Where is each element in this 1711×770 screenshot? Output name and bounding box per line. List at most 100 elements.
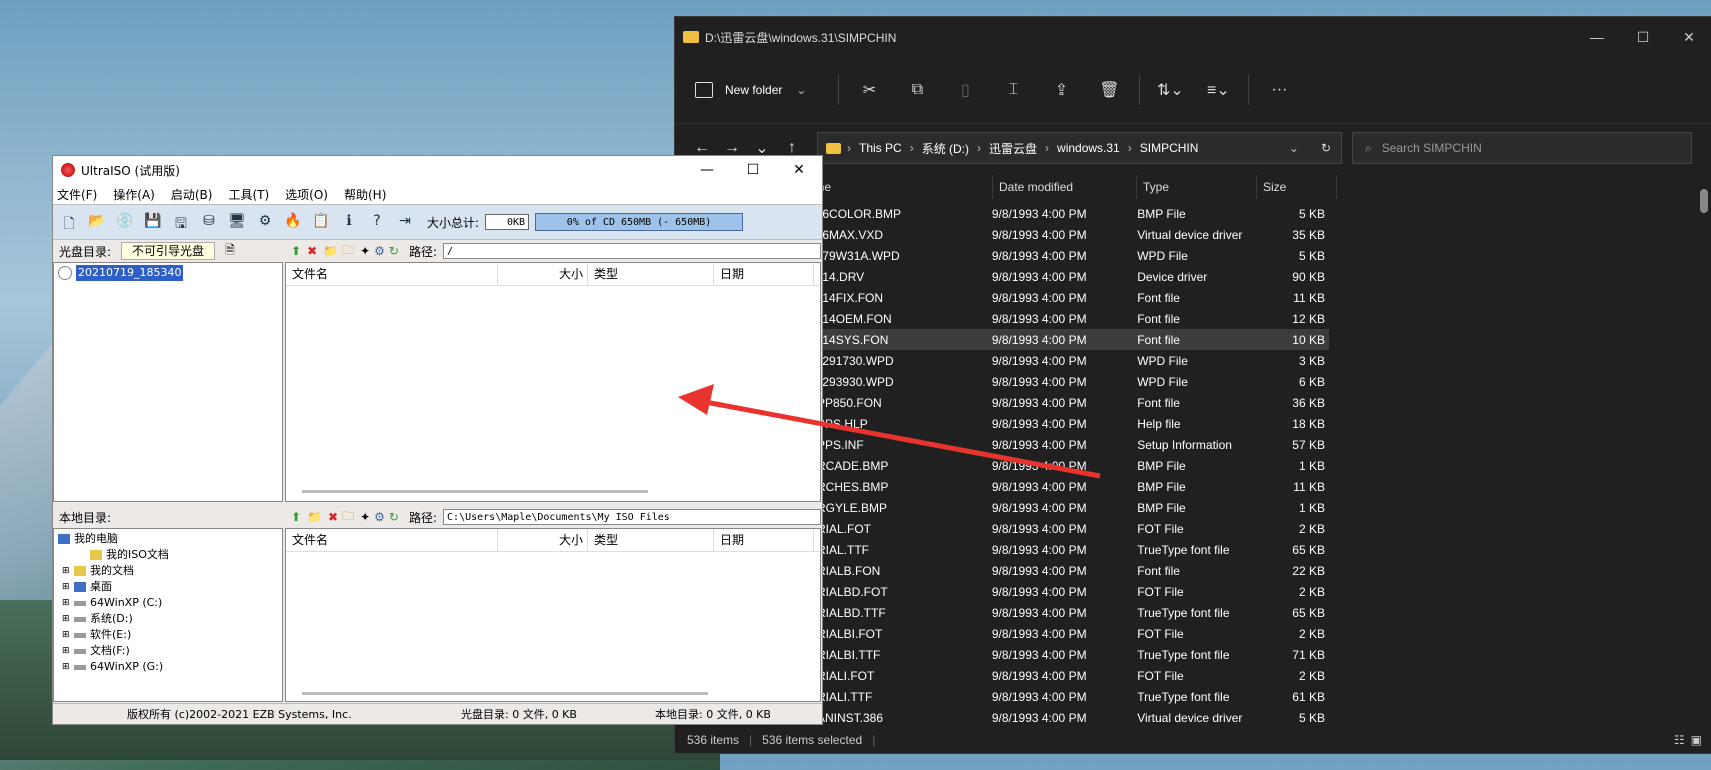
refresh-icon[interactable]: ↻: [389, 510, 399, 524]
maximize-button[interactable]: ☐: [730, 162, 776, 178]
view-button[interactable]: ≡⌄: [1194, 80, 1242, 100]
file-row[interactable]: ✓8514.DRV9/8/1993 4:00 PMDevice driver90…: [769, 266, 1329, 287]
new-folder-icon[interactable]: 📁: [323, 244, 338, 258]
file-row[interactable]: ✓ARIAL.FOT9/8/1993 4:00 PMFOT File2 KB: [769, 518, 1329, 539]
tiles-view-button[interactable]: ▣: [1691, 733, 1702, 747]
breadcrumb-simpchin[interactable]: SIMPCHIN: [1140, 141, 1199, 155]
file-row[interactable]: ✓8514OEM.FON9/8/1993 4:00 PMFont file12 …: [769, 308, 1329, 329]
expand-icon[interactable]: ⊞: [62, 595, 74, 611]
col-type[interactable]: 类型: [588, 263, 714, 285]
file-row[interactable]: ✓ARCHES.BMP9/8/1993 4:00 PMBMP File11 KB: [769, 476, 1329, 497]
file-row[interactable]: ✓ARIALBD.FOT9/8/1993 4:00 PMFOT File2 KB: [769, 581, 1329, 602]
breadcrumb-windows31[interactable]: windows.31: [1057, 141, 1120, 155]
up-dir-icon[interactable]: ⬆: [291, 510, 301, 524]
expand-icon[interactable]: ⊞: [62, 643, 74, 659]
folder-icon[interactable]: 🗀: [342, 507, 354, 528]
file-row[interactable]: ✓ARIALI.FOT9/8/1993 4:00 PMFOT File2 KB: [769, 665, 1329, 686]
col-date[interactable]: 日期: [714, 529, 814, 551]
share-button[interactable]: ⇪: [1037, 80, 1085, 100]
file-row[interactable]: ✓APPS.INF9/8/1993 4:00 PMSetup Informati…: [769, 434, 1329, 455]
file-row[interactable]: ✓APPS.HLP9/8/1993 4:00 PMHelp file18 KB: [769, 413, 1329, 434]
add-icon[interactable]: ✦: [360, 510, 370, 524]
close-button[interactable]: ✕: [776, 162, 822, 178]
boot-properties-icon[interactable]: 🗎: [225, 241, 235, 262]
file-row[interactable]: ✓ARGYLE.BMP9/8/1993 4:00 PMBMP File1 KB: [769, 497, 1329, 518]
properties-icon[interactable]: 📋: [311, 213, 331, 231]
file-row[interactable]: ✓40291730.WPD9/8/1993 4:00 PMWPD File3 K…: [769, 350, 1329, 371]
file-row[interactable]: ✓BANINST.3869/8/1993 4:00 PMVirtual devi…: [769, 707, 1329, 728]
local-path-field[interactable]: C:\Users\Maple\Documents\My ISO Files: [443, 509, 821, 525]
col-filename[interactable]: 文件名: [286, 529, 498, 551]
file-row[interactable]: ✓40293930.WPD9/8/1993 4:00 PMWPD File6 K…: [769, 371, 1329, 392]
save-icon[interactable]: 💾: [143, 213, 163, 231]
menu-bootable[interactable]: 启动(B): [171, 186, 213, 203]
cut-button[interactable]: ✂: [845, 80, 893, 100]
horizontal-scrollbar[interactable]: [302, 692, 708, 695]
menu-options[interactable]: 选项(O): [285, 186, 328, 203]
tree-item-drive-c[interactable]: ⊞ 64WinXP (C:): [58, 595, 278, 611]
settings-icon[interactable]: ⚙: [374, 510, 385, 524]
menu-file[interactable]: 文件(F): [57, 186, 97, 203]
tree-item-my-iso[interactable]: 我的ISO文档: [58, 547, 278, 563]
file-row[interactable]: ✓ARIAL.TTF9/8/1993 4:00 PMTrueType font …: [769, 539, 1329, 560]
file-row[interactable]: ✓386MAX.VXD9/8/1993 4:00 PMVirtual devic…: [769, 224, 1329, 245]
copy-button[interactable]: ⧉: [893, 81, 941, 99]
expand-icon[interactable]: ⊞: [62, 579, 74, 595]
file-row[interactable]: ✓8514SYS.FON9/8/1993 4:00 PMFont file10 …: [769, 329, 1329, 350]
col-filename[interactable]: 文件名: [286, 263, 498, 285]
info-icon[interactable]: ℹ: [339, 213, 359, 231]
col-size[interactable]: 大小: [498, 529, 588, 551]
address-bar[interactable]: › This PC › 系统 (D:) › 迅雷云盘 › windows.31 …: [817, 132, 1342, 164]
file-row[interactable]: ✓APP850.FON9/8/1993 4:00 PMFont file36 K…: [769, 392, 1329, 413]
folder-icon[interactable]: 🗀: [342, 241, 354, 262]
file-row[interactable]: ✓256COLOR.BMP9/8/1993 4:00 PMBMP File5 K…: [769, 203, 1329, 224]
tree-item-drive-e[interactable]: ⊞ 软件(E:): [58, 627, 278, 643]
file-row[interactable]: ✓ARIALBI.FOT9/8/1993 4:00 PMFOT File2 KB: [769, 623, 1329, 644]
menu-help[interactable]: 帮助(H): [344, 186, 386, 203]
rename-button[interactable]: ⌶: [989, 81, 1037, 99]
open-icon[interactable]: 📂: [87, 213, 107, 231]
sort-button[interactable]: ⇅⌄: [1146, 80, 1194, 100]
mount-icon[interactable]: 🖥: [227, 213, 247, 231]
menu-tools[interactable]: 工具(T): [228, 186, 269, 203]
exit-icon[interactable]: ⇥: [395, 213, 415, 231]
delete-button[interactable]: 🗑: [1085, 80, 1133, 100]
col-size[interactable]: 大小: [498, 263, 588, 285]
horizontal-scrollbar[interactable]: [302, 490, 648, 493]
refresh-icon[interactable]: ↻: [389, 244, 399, 258]
new-folder-button[interactable]: New folder ⌄: [695, 82, 806, 98]
expand-icon[interactable]: ⊞: [62, 611, 74, 627]
size-column-header[interactable]: Size: [1257, 175, 1337, 199]
breadcrumb-xunlei[interactable]: 迅雷云盘: [989, 140, 1037, 157]
file-row[interactable]: ✓4079W31A.WPD9/8/1993 4:00 PMWPD File5 K…: [769, 245, 1329, 266]
breadcrumb-this-pc[interactable]: This PC: [859, 141, 902, 155]
scrollbar-thumb[interactable]: [1700, 189, 1708, 213]
name-column-header[interactable]: Name: [793, 175, 993, 199]
breadcrumb-drive-d[interactable]: 系统 (D:): [922, 140, 969, 157]
file-row[interactable]: ✓ARIALBD.TTF9/8/1993 4:00 PMTrueType fon…: [769, 602, 1329, 623]
save-as-icon[interactable]: 🖫: [171, 213, 191, 232]
date-column-header[interactable]: Date modified: [993, 175, 1137, 199]
expand-icon[interactable]: ⊞: [62, 627, 74, 643]
tree-item-drive-f[interactable]: ⊞ 文档(F:): [58, 643, 278, 659]
new-icon[interactable]: 🗋: [59, 213, 79, 232]
settings-icon[interactable]: ⚙: [374, 244, 385, 258]
col-date[interactable]: 日期: [714, 263, 814, 285]
refresh-icon[interactable]: ↻: [1321, 141, 1331, 155]
paste-button[interactable]: ▯: [941, 80, 989, 100]
file-row[interactable]: ✓ARIALI.TTF9/8/1993 4:00 PMTrueType font…: [769, 686, 1329, 707]
tree-item-drive-g[interactable]: ⊞ 64WinXP (G:): [58, 659, 278, 675]
disc-root-item[interactable]: 20210719_185340: [58, 265, 278, 281]
file-row[interactable]: ✓8514FIX.FON9/8/1993 4:00 PMFont file11 …: [769, 287, 1329, 308]
close-button[interactable]: ✕: [1666, 29, 1711, 46]
vertical-scrollbar[interactable]: [1700, 189, 1708, 719]
expand-icon[interactable]: ⊞: [62, 659, 74, 675]
up-dir-icon[interactable]: ⬆: [291, 244, 301, 258]
delete-icon[interactable]: ✖: [328, 510, 338, 524]
tree-item-my-documents[interactable]: ⊞ 我的文档: [58, 563, 278, 579]
boot-type-field[interactable]: 不可引导光盘: [121, 242, 216, 260]
search-input[interactable]: ⌕ Search SIMPCHIN: [1352, 132, 1692, 164]
new-folder-icon[interactable]: 📁: [307, 510, 322, 524]
burn-icon[interactable]: 🔥: [283, 213, 303, 231]
more-options-button[interactable]: ···: [1255, 81, 1303, 99]
